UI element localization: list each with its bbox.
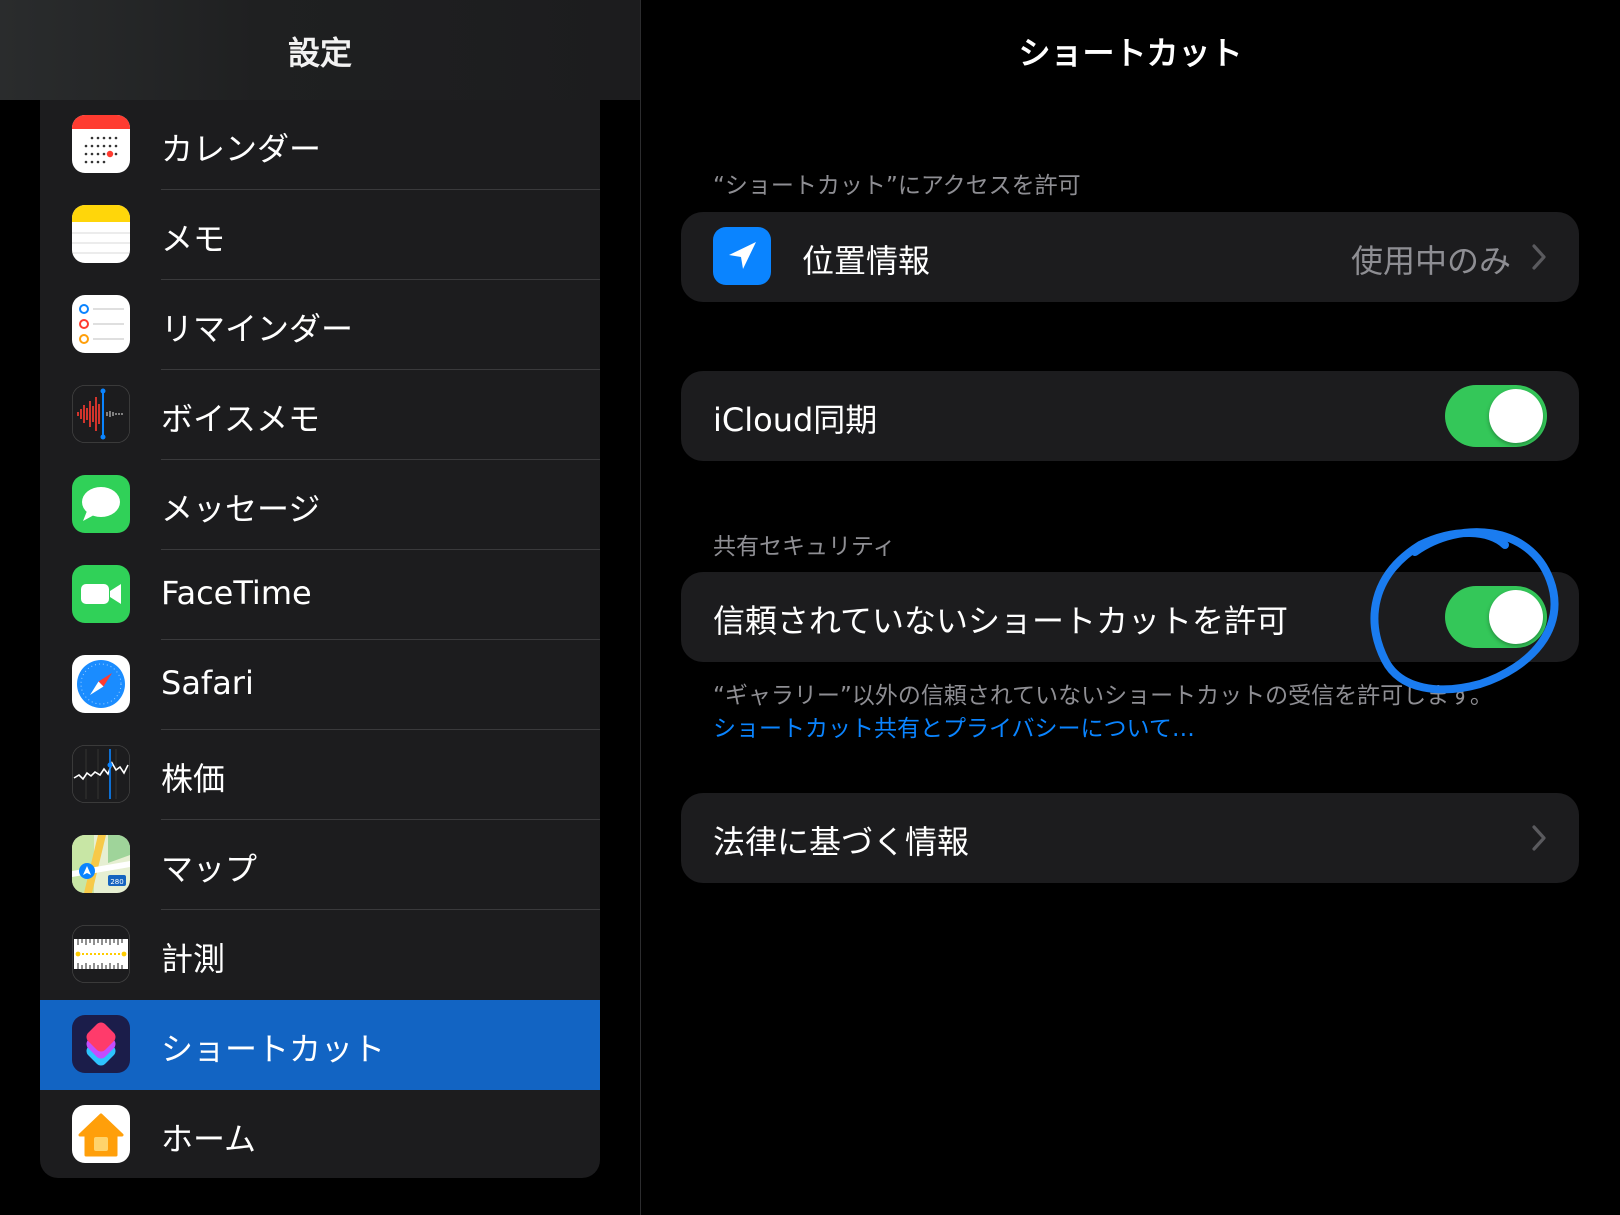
sidebar-item-label: マップ	[161, 850, 258, 888]
sidebar-item-label: 株価	[161, 760, 226, 798]
sidebar-item-notes[interactable]: メモ	[40, 190, 600, 280]
sidebar-item-label: Safari	[161, 664, 254, 702]
measure-icon	[72, 925, 130, 983]
toggle-knob	[1489, 590, 1543, 644]
settings-list: カレンダー メモ リマインダー ボイスメモ メッセージ FaceTime Saf…	[40, 100, 600, 1178]
location-label: 位置情報	[802, 242, 931, 280]
sidebar-item-safari[interactable]: Safari	[40, 640, 600, 730]
messages-icon	[72, 475, 130, 533]
location-arrow-icon	[713, 227, 771, 285]
legal-info-label: 法律に基づく情報	[713, 823, 970, 861]
sidebar-item-stocks[interactable]: 株価	[40, 730, 600, 820]
reminders-icon	[72, 295, 130, 353]
maps-icon: 280	[72, 835, 130, 893]
stocks-icon	[72, 745, 130, 803]
security-footer-note: “ギャラリー”以外の信頼されていないショートカットの受信を許可します。	[713, 683, 1493, 709]
sidebar-item-label: メモ	[161, 220, 226, 258]
detail-pane: ショートカット “ショートカット”にアクセスを許可 位置情報 使用中のみ iCl…	[641, 0, 1620, 1215]
sidebar-header: 設定	[0, 0, 640, 100]
untrusted-shortcuts-row: 信頼されていないショートカットを許可	[681, 572, 1579, 662]
sidebar-item-label: ホーム	[161, 1120, 257, 1158]
shortcuts-icon	[72, 1015, 130, 1073]
sidebar-item-label: ボイスメモ	[161, 400, 321, 438]
sidebar-item-maps[interactable]: 280 マップ	[40, 820, 600, 910]
icloud-sync-label: iCloud同期	[713, 401, 878, 439]
location-row[interactable]: 位置情報 使用中のみ	[681, 212, 1579, 302]
chevron-right-icon	[1532, 825, 1546, 851]
sidebar-item-home[interactable]: ホーム	[40, 1090, 600, 1178]
location-value: 使用中のみ	[1350, 242, 1511, 280]
privacy-link[interactable]: ショートカット共有とプライバシーについて…	[713, 709, 1195, 743]
toggle-knob	[1489, 389, 1543, 443]
calendar-icon	[72, 115, 130, 173]
sidebar-item-label: FaceTime	[161, 574, 312, 612]
notes-icon	[72, 205, 130, 263]
legal-info-row[interactable]: 法律に基づく情報	[681, 793, 1579, 883]
icloud-sync-row: iCloud同期	[681, 371, 1579, 461]
sidebar-item-reminders[interactable]: リマインダー	[40, 280, 600, 370]
safari-icon	[72, 655, 130, 713]
icloud-sync-toggle[interactable]	[1445, 385, 1547, 447]
sidebar-item-calendar[interactable]: カレンダー	[40, 100, 600, 190]
untrusted-shortcuts-label: 信頼されていないショートカットを許可	[713, 602, 1289, 640]
sidebar-title: 設定	[287, 34, 352, 72]
svg-text:280: 280	[110, 878, 123, 886]
sidebar: 設定 カレンダー メモ リマインダー ボイスメモ メッセージ FaceTime …	[0, 0, 640, 1215]
sidebar-item-messages[interactable]: メッセージ	[40, 460, 600, 550]
untrusted-shortcuts-toggle[interactable]	[1445, 586, 1547, 648]
sidebar-item-measure[interactable]: 計測	[40, 910, 600, 1000]
sidebar-item-voice-memos[interactable]: ボイスメモ	[40, 370, 600, 460]
sidebar-item-shortcuts[interactable]: ショートカット	[40, 1000, 600, 1090]
sidebar-item-facetime[interactable]: FaceTime	[40, 550, 600, 640]
chevron-right-icon	[1532, 244, 1546, 270]
facetime-icon	[72, 565, 130, 623]
sidebar-item-label: メッセージ	[161, 490, 321, 528]
access-section-header: “ショートカット”にアクセスを許可	[713, 173, 1081, 199]
sidebar-item-label: 計測	[161, 940, 226, 978]
settings-screen: 設定 カレンダー メモ リマインダー ボイスメモ メッセージ FaceTime …	[0, 0, 1620, 1215]
voice-memos-icon	[72, 385, 130, 443]
sidebar-item-label: リマインダー	[161, 310, 354, 348]
security-section-header: 共有セキュリティ	[713, 534, 896, 560]
home-icon	[72, 1105, 130, 1163]
sidebar-item-label: カレンダー	[161, 130, 322, 168]
page-title: ショートカット	[1018, 34, 1243, 72]
sidebar-item-label: ショートカット	[161, 1030, 386, 1068]
